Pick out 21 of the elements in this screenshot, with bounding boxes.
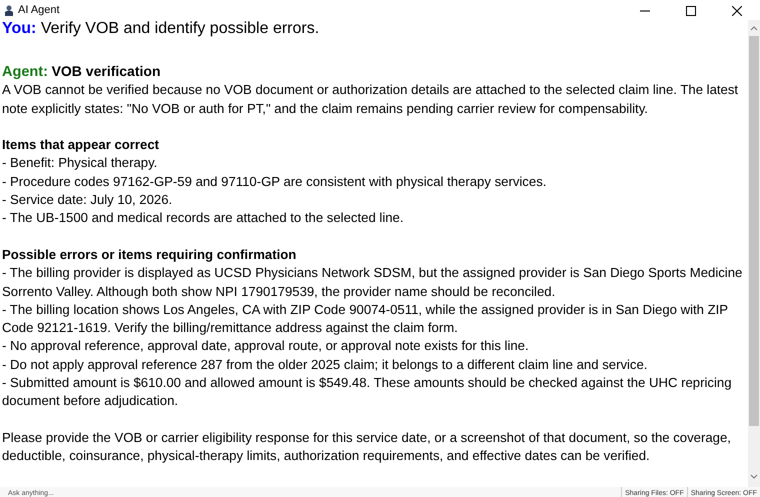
list-item: - Procedure codes 97162-GP-59 and 97110-GP are consistent with physical therapy services. [2, 172, 548, 191]
user-message: Verify VOB and identify possible errors. [40, 20, 320, 37]
list-item: - Benefit: Physical therapy. [2, 154, 158, 172]
list-item: - No approval reference, approval date, approval route, or approval note exists for this line. [2, 337, 530, 356]
list-item: - The billing provider is displayed as UCSD Physicians Network SDSM, but the assigned provider is San Diego Sports Medicine Sorrento Valley. Although both show NPI 1790179539, the provider name should be reconciled. [2, 264, 744, 301]
window-title: AI Agent [18, 2, 60, 18]
response-paragraph: Please provide the VOB or carrier eligibility response for this service date, or a screenshot of that document, so the coverage, deductible, coinsurance, physical-therapy limits, authorization requirements, and effective dates can be verified. [2, 428, 732, 466]
list-item: - The UB-1500 and medical records are attached to the selected line. [2, 209, 405, 228]
response-title: VOB verification [52, 63, 160, 79]
list-item: - Do not apply approval reference 287 from the older 2025 claim; it belongs to a different claim line and service. [2, 356, 648, 374]
maximize-icon [686, 6, 696, 16]
list-item: - Service date: July 10, 2026. [2, 191, 174, 210]
speaker-label: You: [2, 20, 36, 37]
section-heading: Possible errors or items requiring confirmation [2, 246, 298, 264]
list-item: - Submitted amount is $610.00 and allowed amount is $549.48. These amounts should be checked against the UHC repricing document before adjudication. [2, 374, 733, 410]
agent-icon [4, 4, 14, 16]
close-icon [732, 6, 742, 16]
section-heading: Items that appear correct [2, 136, 160, 154]
response-paragraph: A VOB cannot be verified because no VOB document or authorization details are attached to the selected claim line. The latest note explicitly states: "No VOB or auth for PT," and the claim remains pending carrier review for compensability. [2, 81, 740, 118]
speaker-label: Agent: [2, 64, 48, 80]
list-item: - The billing location shows Los Angeles, CA with ZIP Code 90074-0511, while the assigned provider is in San Diego with ZIP Code 92121-1619. Verify the billing/remittance address against the claim form. [2, 300, 729, 338]
